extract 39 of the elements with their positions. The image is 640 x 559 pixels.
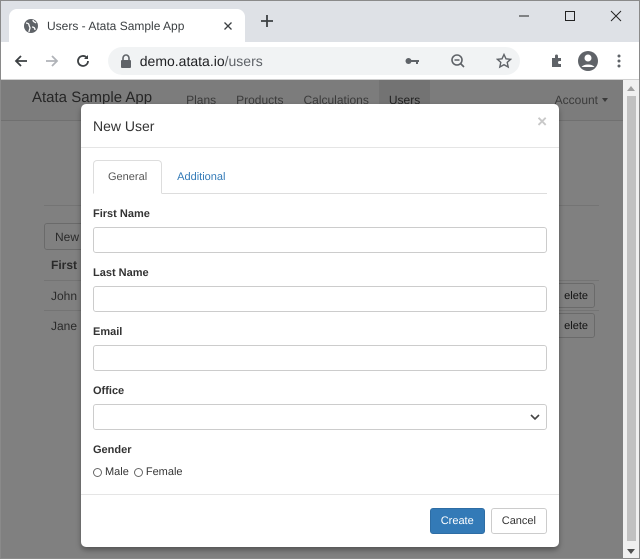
- lock-icon: [120, 54, 132, 68]
- new-tab-icon[interactable]: [259, 13, 275, 29]
- address-bar[interactable]: demo.atata.io/users: [108, 46, 520, 74]
- tab-title: Users - Atata Sample App: [47, 18, 186, 32]
- field-label: First Name: [93, 208, 151, 222]
- zoom-out-icon[interactable]: [450, 52, 466, 68]
- radio-button[interactable]: [93, 468, 102, 476]
- text-field[interactable]: [93, 345, 547, 371]
- scrollbar[interactable]: [623, 80, 639, 558]
- text-field[interactable]: [93, 286, 547, 312]
- text-field[interactable]: [93, 227, 547, 253]
- back-icon[interactable]: [13, 52, 30, 68]
- table-cell: John: [51, 288, 78, 302]
- profile-icon[interactable]: [576, 50, 599, 72]
- modal-title: New User: [93, 118, 154, 134]
- field-label: Gender: [93, 444, 133, 458]
- url-text: demo.atata.io/users: [140, 52, 264, 68]
- table-cell: Jane: [51, 318, 78, 332]
- cancel-button[interactable]: Cancel: [490, 508, 547, 534]
- create-button[interactable]: Create: [430, 508, 485, 534]
- account-menu[interactable]: Account: [554, 93, 598, 107]
- tab[interactable]: Additional: [162, 160, 240, 194]
- star-icon[interactable]: [496, 52, 512, 68]
- field-label: Last Name: [93, 267, 150, 281]
- caret-icon: [602, 98, 608, 102]
- column-header: First: [51, 258, 78, 272]
- tab[interactable]: General: [93, 160, 162, 194]
- globe-icon: [23, 18, 39, 34]
- select-field[interactable]: [93, 404, 547, 430]
- field-label: Office: [93, 385, 126, 399]
- brand-link[interactable]: Atata Sample App: [32, 88, 152, 106]
- radio-button[interactable]: [134, 468, 143, 476]
- browser-tab[interactable]: Users - Atata Sample App: [9, 9, 245, 42]
- field-label: Email: [93, 326, 124, 340]
- reload-icon[interactable]: [75, 52, 92, 68]
- radio-label: Male: [105, 466, 129, 478]
- chevron-down-icon: [530, 413, 540, 421]
- radio-label: Female: [146, 466, 183, 478]
- scroll-down-icon[interactable]: [627, 548, 635, 554]
